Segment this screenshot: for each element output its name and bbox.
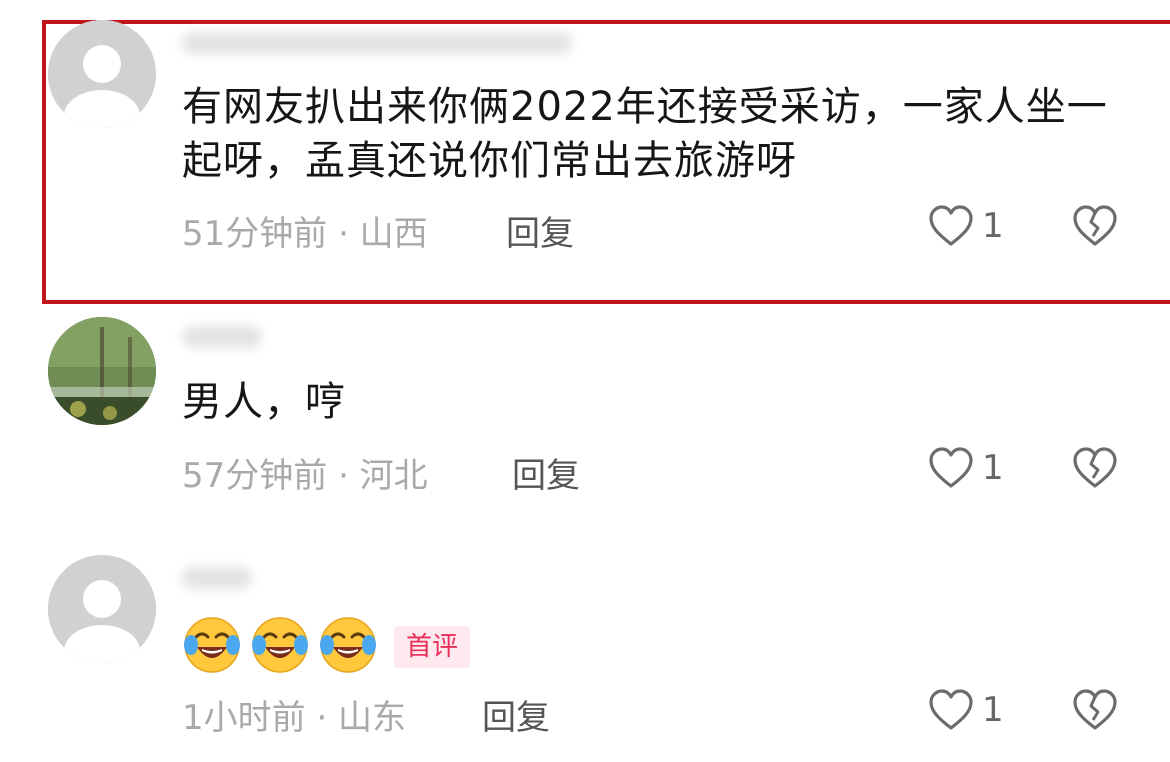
comment-item: 首评 1小时前 · 山东 回复 1	[0, 535, 1170, 762]
reply-button[interactable]: 回复	[506, 206, 574, 255]
face-with-tears-of-joy-emoji	[250, 615, 310, 679]
comment-meta: 1小时前 · 山东	[182, 698, 407, 738]
comment-meta: 57分钟前 · 河北	[182, 456, 428, 496]
reply-button[interactable]: 回复	[482, 690, 550, 739]
heart-icon	[929, 205, 973, 246]
like-button[interactable]: 1	[928, 446, 1004, 490]
face-with-tears-of-joy-emoji	[318, 615, 378, 679]
comment-item: 男人，哼 57分钟前 · 河北 回复 1	[0, 305, 1170, 535]
like-button[interactable]: 1	[928, 204, 1004, 248]
like-count: 1	[982, 690, 1004, 730]
dislike-button[interactable]	[1072, 446, 1118, 494]
username-blurred[interactable]	[182, 32, 572, 54]
heart-icon	[929, 689, 973, 730]
username-blurred[interactable]	[182, 567, 252, 589]
user-avatar[interactable]	[48, 555, 156, 663]
broken-heart-icon	[1073, 447, 1117, 488]
photo-avatar	[48, 317, 156, 425]
reply-button[interactable]: 回复	[512, 448, 580, 497]
user-avatar[interactable]	[48, 20, 156, 128]
like-button[interactable]: 1	[928, 688, 1004, 732]
default-avatar-icon	[48, 20, 156, 128]
face-with-tears-of-joy-emoji	[182, 615, 242, 679]
like-count: 1	[982, 448, 1004, 488]
comment-item: 有网友扒出来你俩2022年还接受采访，一家人坐一起呀，孟真还说你们常出去旅游呀 …	[0, 0, 1170, 305]
comment-text: 男人，哼	[182, 379, 346, 425]
heart-icon	[929, 447, 973, 488]
like-count: 1	[982, 206, 1004, 246]
username-blurred[interactable]	[182, 326, 262, 348]
dislike-button[interactable]	[1072, 204, 1118, 252]
user-avatar[interactable]	[48, 317, 156, 425]
first-comment-badge: 首评	[394, 626, 471, 668]
broken-heart-icon	[1073, 205, 1117, 246]
comment-meta: 51分钟前 · 山西	[182, 214, 428, 254]
comment-text: 有网友扒出来你俩2022年还接受采访，一家人坐一起呀，孟真还说你们常出去旅游呀	[182, 84, 1108, 184]
dislike-button[interactable]	[1072, 688, 1118, 736]
emoji-row: 首评	[182, 615, 471, 679]
broken-heart-icon	[1073, 689, 1117, 730]
default-avatar-icon	[48, 555, 156, 663]
